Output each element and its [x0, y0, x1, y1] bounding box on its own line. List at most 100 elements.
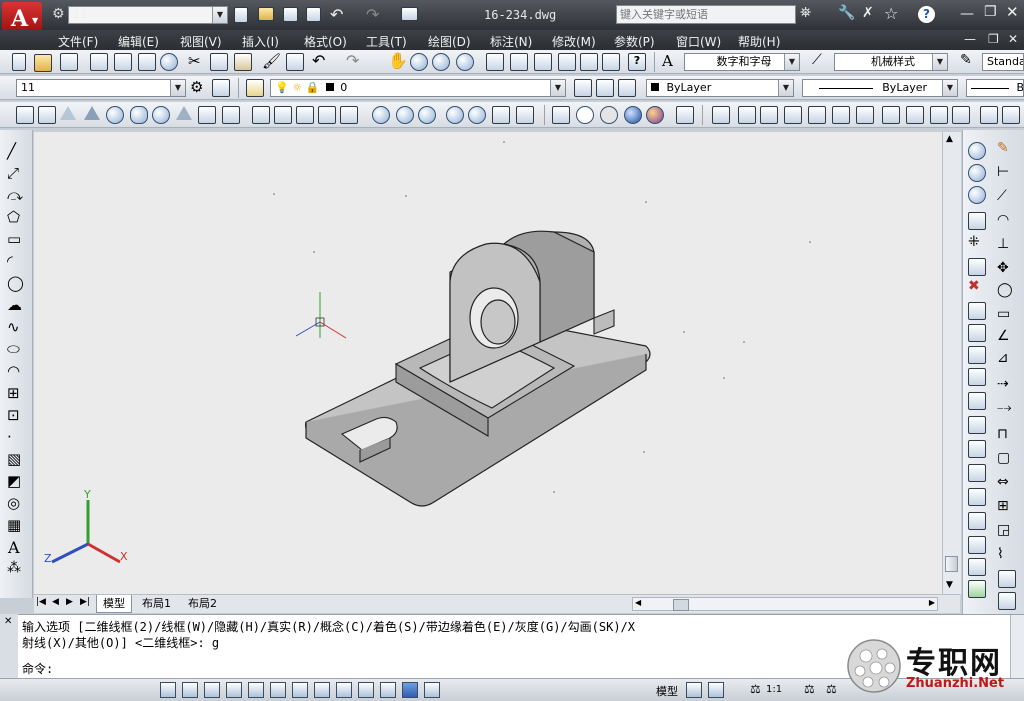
make-current-icon[interactable]	[574, 79, 592, 97]
region-icon[interactable]: ◎	[7, 494, 25, 512]
cone-icon[interactable]	[84, 106, 102, 124]
pencil-icon[interactable]: ✎	[997, 140, 1015, 158]
wrench-icon[interactable]: 🔧	[838, 5, 855, 21]
tab-nav-prev-icon[interactable]: ◀	[52, 597, 59, 607]
3d-align-icon[interactable]	[492, 106, 510, 124]
publish-icon[interactable]	[138, 53, 156, 71]
ortho-toggle[interactable]	[226, 682, 242, 698]
dim-aligned-icon[interactable]: ⟋	[997, 188, 1015, 206]
annotation-visibility-icon[interactable]: ⚖	[804, 682, 815, 696]
table-icon[interactable]: ▦	[7, 516, 25, 534]
dim-linear-icon[interactable]: ⊢	[997, 164, 1015, 182]
sphere-icon[interactable]	[106, 106, 124, 124]
solid-face-icon[interactable]	[968, 512, 986, 530]
binoculars-icon[interactable]: ⛯	[800, 5, 811, 21]
block-editor-icon[interactable]	[286, 53, 304, 71]
favorites-icon[interactable]: ☆	[884, 4, 898, 23]
satellite-icon[interactable]: ✗	[862, 5, 874, 21]
new-file-icon[interactable]	[234, 7, 248, 23]
join-icon[interactable]	[968, 416, 986, 434]
quick-view-drawings-icon[interactable]	[708, 682, 724, 698]
union-icon[interactable]	[372, 106, 390, 124]
save-as-icon[interactable]	[306, 7, 321, 22]
drawing-area[interactable]: Y Z X	[34, 132, 942, 594]
plot-preview-icon[interactable]	[114, 53, 132, 71]
save-icon[interactable]	[60, 53, 78, 71]
zoom-window-icon[interactable]	[432, 53, 450, 71]
lineweight-combo[interactable]: B	[966, 79, 1024, 97]
dim-break-icon[interactable]: ▢	[997, 450, 1015, 468]
wedge-icon[interactable]	[60, 106, 78, 124]
solid-edit-icon-5[interactable]	[808, 106, 826, 124]
restore-button[interactable]: ❐	[984, 4, 997, 20]
make-block-icon[interactable]: ⊡	[7, 406, 25, 424]
polygon-icon[interactable]: ⬠	[7, 208, 25, 226]
solid-edit-icon-2[interactable]	[738, 106, 756, 124]
solid-edit-icon-7[interactable]	[856, 106, 874, 124]
quick-view-layouts-icon[interactable]	[686, 682, 702, 698]
text-style-icon[interactable]: A	[662, 52, 680, 70]
table-style-icon[interactable]: ✎	[960, 52, 978, 70]
sweep-icon[interactable]	[296, 106, 314, 124]
tab-nav-last-icon[interactable]: ▶|	[80, 597, 90, 607]
insert-block-icon[interactable]: ⊞	[7, 384, 25, 402]
horizontal-scrollbar[interactable]: ◀ ▶	[632, 597, 938, 611]
solid-edit-icon-11[interactable]	[952, 106, 970, 124]
minimize-button[interactable]: —	[960, 6, 974, 22]
annotation-scale-icon[interactable]: ⚖	[750, 682, 761, 696]
polyline-icon[interactable]: ⤼	[7, 186, 25, 204]
menu-dimension[interactable]: 标注(N)	[490, 33, 532, 50]
menu-file[interactable]: 文件(F)	[58, 33, 98, 50]
extend-icon[interactable]	[968, 368, 986, 386]
3d-wireframe-icon[interactable]	[576, 106, 594, 124]
dim-continue-icon[interactable]: ⤍	[997, 400, 1015, 418]
explode-icon[interactable]	[968, 488, 986, 506]
workspace-gear-icon[interactable]: ⚙	[52, 6, 65, 22]
chamfer-icon[interactable]	[968, 440, 986, 458]
array-icon[interactable]: ⁜	[968, 234, 986, 252]
auto-scale-icon[interactable]: ⚖	[826, 682, 837, 696]
layer-state-icon[interactable]	[618, 79, 636, 97]
design-center-icon[interactable]	[510, 53, 528, 71]
workspace-settings-icon[interactable]: ⚙	[190, 78, 208, 96]
fillet-icon[interactable]	[968, 464, 986, 482]
help-icon[interactable]: ?	[918, 6, 935, 23]
solid-check-icon[interactable]	[968, 580, 986, 598]
add-selected-icon[interactable]: ⁂	[7, 560, 25, 578]
dim-radius-icon[interactable]: ✥	[997, 260, 1015, 278]
scroll-thumb[interactable]	[945, 556, 958, 572]
undo-icon[interactable]: ↶	[330, 5, 343, 24]
markup-icon[interactable]	[580, 53, 598, 71]
copy-icon[interactable]	[210, 53, 228, 71]
menu-edit[interactable]: 编辑(E)	[118, 33, 159, 50]
close-button[interactable]: ✕	[1006, 3, 1019, 21]
tool-palettes-icon[interactable]	[534, 53, 552, 71]
solid-edit-icon-4[interactable]	[784, 106, 802, 124]
dim-edit-icon[interactable]	[998, 570, 1016, 588]
open-icon[interactable]	[34, 54, 52, 72]
doc-restore-button[interactable]: ❐	[988, 32, 999, 46]
doc-close-button[interactable]: ✕	[1008, 32, 1018, 46]
properties-icon[interactable]	[486, 53, 504, 71]
solid-edit-icon-6[interactable]	[832, 106, 850, 124]
undo-icon[interactable]: ↶	[312, 51, 325, 70]
ducs-toggle[interactable]	[336, 682, 352, 698]
menu-tools[interactable]: 工具(T)	[366, 33, 407, 50]
pan-icon[interactable]: ✋	[388, 51, 408, 70]
3d-osnap-toggle[interactable]	[292, 682, 308, 698]
intersect-icon[interactable]	[418, 106, 436, 124]
tpy-toggle[interactable]	[402, 682, 418, 698]
sheet-set-icon[interactable]	[558, 53, 576, 71]
paste-icon[interactable]	[234, 53, 252, 71]
solid-edge-icon[interactable]	[968, 536, 986, 554]
solid-edit-icon-3[interactable]	[760, 106, 778, 124]
scale-icon[interactable]	[968, 302, 986, 320]
trim-icon[interactable]	[968, 346, 986, 364]
solid-edit-icon-10[interactable]	[930, 106, 948, 124]
dim-angular-icon[interactable]: ∠	[997, 328, 1015, 346]
3d-hidden-icon[interactable]	[600, 106, 618, 124]
solid-edit-icon-8[interactable]	[882, 106, 900, 124]
scroll-left-arrow-icon[interactable]: ◀	[635, 598, 641, 607]
ellipse-arc-icon[interactable]: ◠	[7, 362, 25, 380]
zoom-previous-icon[interactable]	[456, 53, 474, 71]
